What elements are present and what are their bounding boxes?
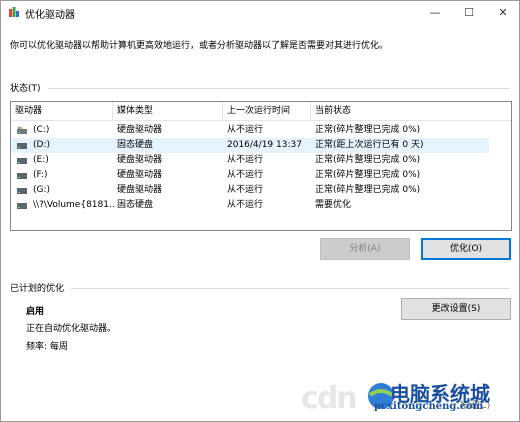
system-drive-icon: [17, 127, 27, 134]
maximize-button[interactable]: ☐: [453, 1, 485, 25]
watermark-logo-icon: cdn: [301, 381, 358, 416]
last-run: 从不运行: [227, 155, 264, 165]
drive-name: (G:): [33, 185, 51, 195]
media-type: 固态硬盘: [117, 140, 154, 150]
current-status: 正常(碎片整理已完成 0%): [315, 185, 421, 195]
defrag-app-icon: [9, 7, 19, 17]
current-status: 正常(碎片整理已完成 0%): [315, 170, 421, 180]
optimize-button[interactable]: 优化(O): [421, 238, 511, 260]
optimize-drives-window: 优化驱动器 — ☐ ✕ 你可以优化驱动器以帮助计算机更高效地运行，或者分析驱动器…: [0, 0, 520, 422]
drive-name: \\?\Volume{8181...: [33, 200, 115, 210]
drive-name: (F:): [33, 170, 48, 180]
column-header-media-type[interactable]: 媒体类型: [113, 102, 223, 120]
drive-row-e[interactable]: (E:) 硬盘驱动器 从不运行 正常(碎片整理已完成 0%): [11, 153, 489, 168]
current-status: 需要优化: [315, 200, 352, 210]
hard-drive-icon: [17, 158, 27, 164]
hard-drive-icon: [17, 188, 27, 194]
close-window-button[interactable]: ✕: [487, 1, 519, 25]
description-text: 你可以优化驱动器以帮助计算机更高效地运行，或者分析驱动器以了解是否需要对其进行优…: [10, 41, 389, 51]
analyze-button[interactable]: 分析(A): [320, 238, 410, 260]
hard-drive-icon: [17, 203, 27, 209]
column-header-last-run[interactable]: 上一次运行时间: [223, 102, 311, 120]
window-title: 优化驱动器: [25, 10, 75, 21]
last-run: 从不运行: [227, 125, 264, 135]
scheduled-separator: [71, 288, 509, 289]
scheduled-section-label: 已计划的优化: [10, 284, 65, 294]
schedule-status-text: 正在自动优化驱动器。: [26, 324, 117, 334]
media-type: 硬盘驱动器: [117, 170, 163, 180]
drive-name: (E:): [33, 155, 49, 165]
last-run: 从不运行: [227, 185, 264, 195]
drive-row-c[interactable]: (C:) 硬盘驱动器 从不运行 正常(碎片整理已完成 0%): [11, 123, 489, 138]
current-status: 正常(碎片整理已完成 0%): [315, 125, 421, 135]
hard-drive-icon: [17, 173, 27, 179]
last-run: 从不运行: [227, 170, 264, 180]
schedule-frequency: 频率: 每周: [26, 342, 68, 352]
drive-name: (D:): [33, 140, 50, 150]
header-divider: [11, 120, 511, 121]
drive-row-f[interactable]: (F:) 硬盘驱动器 从不运行 正常(碎片整理已完成 0%): [11, 168, 489, 183]
status-section-label: 状态(T): [10, 84, 41, 94]
watermark-url: pcxitongcheng.com: [374, 401, 484, 412]
media-type: 硬盘驱动器: [117, 125, 163, 135]
column-header-drive[interactable]: 驱动器: [11, 102, 113, 120]
column-header-current-status[interactable]: 当前状态: [311, 102, 489, 120]
change-settings-button[interactable]: 更改设置(S): [401, 298, 511, 320]
media-type: 硬盘驱动器: [117, 185, 163, 195]
schedule-state: 启用: [26, 307, 45, 317]
media-type: 硬盘驱动器: [117, 155, 163, 165]
drive-list[interactable]: 驱动器 媒体类型 上一次运行时间 当前状态 (C:) 硬盘驱动器 从不运行 正常…: [10, 101, 512, 231]
last-run: 从不运行: [227, 200, 264, 210]
title-bar[interactable]: 优化驱动器 — ☐ ✕: [1, 1, 519, 25]
drive-name: (C:): [33, 125, 50, 135]
media-type: 固态硬盘: [117, 200, 154, 210]
current-status: 正常(碎片整理已完成 0%): [315, 155, 421, 165]
drive-row-g[interactable]: (G:) 硬盘驱动器 从不运行 正常(碎片整理已完成 0%): [11, 183, 489, 198]
hard-drive-icon: [17, 143, 27, 149]
last-run: 2016/4/19 13:37: [227, 140, 302, 150]
status-separator: [49, 88, 509, 89]
drive-row-volume[interactable]: \\?\Volume{8181... 固态硬盘 从不运行 需要优化: [11, 198, 489, 213]
minimize-button[interactable]: —: [419, 1, 451, 25]
drive-row-d[interactable]: (D:) 固态硬盘 2016/4/19 13:37 正常(距上次运行已有 0 天…: [11, 138, 489, 153]
current-status: 正常(距上次运行已有 0 天): [315, 140, 424, 150]
